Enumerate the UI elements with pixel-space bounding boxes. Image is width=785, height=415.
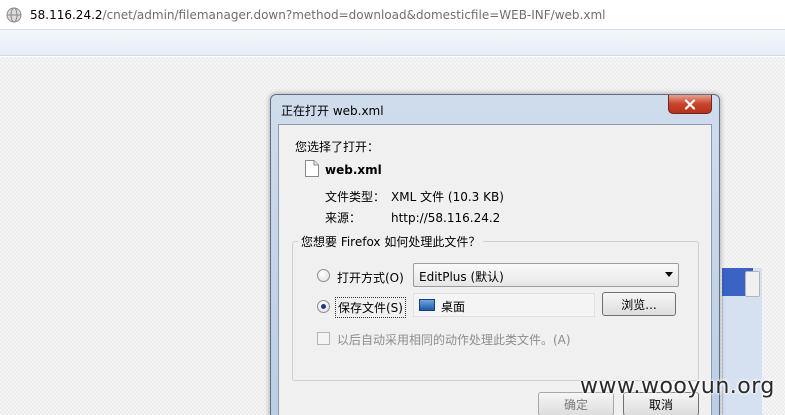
- remember-checkbox[interactable]: [317, 332, 330, 345]
- file-type-row: 文件类型： XML 文件 (10.3 KB): [325, 188, 504, 205]
- watermark: www.wooyun.org: [580, 374, 775, 399]
- address-bar[interactable]: 58.116.24.2/cnet/admin/filemanager.down?…: [0, 0, 785, 30]
- globe-icon: [6, 7, 22, 23]
- background-scroll-button: [745, 271, 760, 297]
- file-name: web.xml: [325, 163, 382, 177]
- url-path: /cnet/admin/filemanager.down?method=down…: [102, 7, 606, 22]
- open-with-app: EditPlus (默认): [419, 270, 504, 284]
- save-file-label[interactable]: 保存文件(S): [335, 297, 406, 318]
- action-question: 您想要 Firefox 如何处理此文件？: [298, 233, 484, 250]
- file-type-label: 文件类型：: [325, 190, 386, 204]
- remember-label[interactable]: 以后自动采用相同的动作处理此类文件。(A): [337, 331, 571, 348]
- dialog-client: 您选择了打开： web.xml 文件类型： XML 文件 (10.3 KB) 来源…: [278, 124, 712, 415]
- chevron-down-icon: [665, 272, 673, 277]
- chosen-label: 您选择了打开：: [295, 140, 380, 154]
- desktop-icon: [419, 299, 435, 311]
- url-text[interactable]: 58.116.24.2/cnet/admin/filemanager.down?…: [30, 8, 605, 22]
- save-file-radio[interactable]: [317, 300, 330, 313]
- open-with-select[interactable]: EditPlus (默认): [413, 263, 679, 287]
- close-icon: [684, 98, 696, 110]
- open-with-radio[interactable]: [317, 269, 330, 282]
- source-value: http://58.116.24.2: [391, 211, 501, 225]
- open-with-label[interactable]: 打开方式(O): [337, 269, 404, 286]
- dialog-title: 正在打开 web.xml: [281, 104, 384, 118]
- save-folder-name: 桌面: [441, 300, 466, 314]
- download-dialog: 正在打开 web.xml 您选择了打开： web.xml 文件类型： XML 文件…: [270, 94, 720, 415]
- close-button[interactable]: [668, 95, 712, 114]
- source-row: 来源： http://58.116.24.2: [325, 209, 500, 226]
- browse-button[interactable]: 浏览...: [602, 292, 676, 316]
- url-host: 58.116.24.2: [30, 7, 103, 22]
- source-label: 来源：: [325, 211, 362, 225]
- file-type-value: XML 文件 (10.3 KB): [391, 190, 504, 204]
- toolbar-strip: [0, 30, 785, 56]
- save-folder-field: 桌面: [413, 293, 595, 317]
- file-icon: [305, 160, 319, 177]
